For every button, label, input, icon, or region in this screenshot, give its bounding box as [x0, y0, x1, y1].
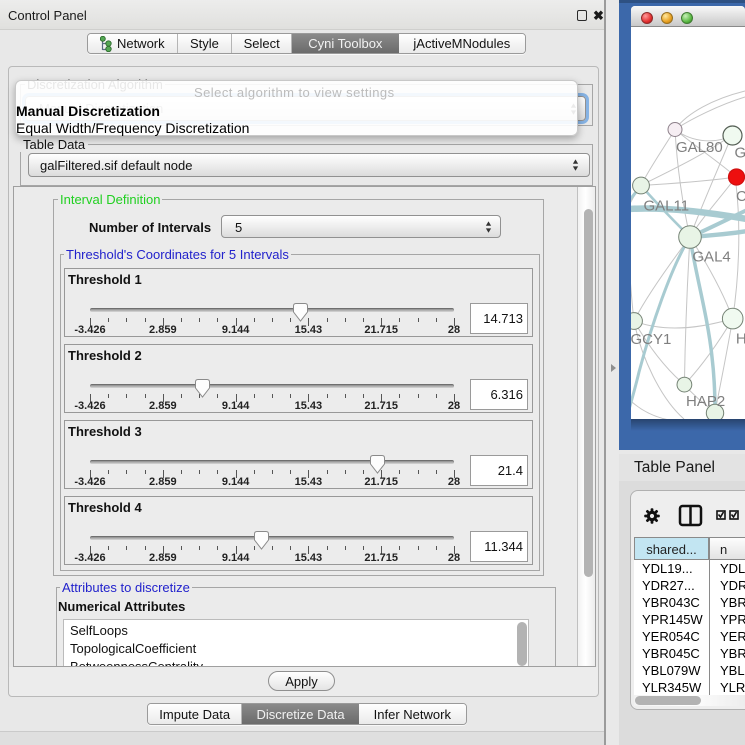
- svg-text:GCY1: GCY1: [631, 331, 671, 348]
- svg-text:HAP2: HAP2: [686, 393, 725, 410]
- svg-text:GA: GA: [735, 145, 745, 162]
- svg-text:C: C: [736, 188, 745, 205]
- svg-text:H: H: [736, 331, 745, 348]
- svg-text:GAL4: GAL4: [692, 249, 730, 266]
- svg-text:GAL80: GAL80: [676, 139, 723, 156]
- svg-text:GAL11: GAL11: [644, 198, 690, 215]
